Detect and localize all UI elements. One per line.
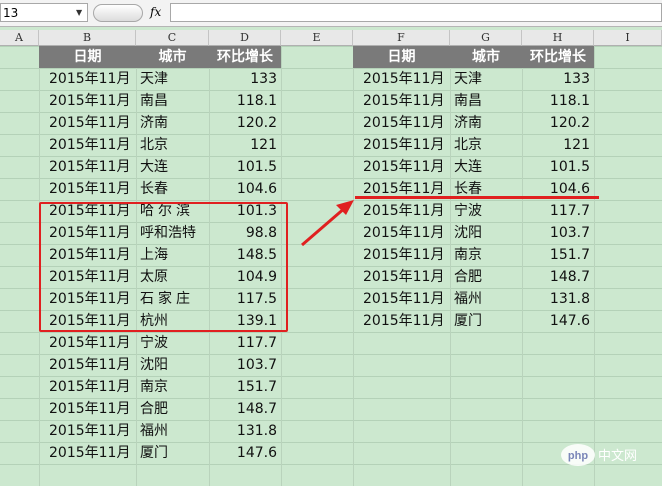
formula-bar: 13 ▼ fx	[0, 0, 662, 27]
column-header-h[interactable]: H	[522, 30, 594, 46]
highlight-box	[39, 202, 288, 332]
header-date[interactable]: 日期	[39, 46, 136, 68]
cell-growth[interactable]: 148.7	[209, 398, 281, 420]
cell-date[interactable]: 2015年11月	[39, 68, 136, 90]
cell-city[interactable]: 北京	[136, 134, 209, 156]
cell-city[interactable]: 北京	[450, 134, 522, 156]
formula-input[interactable]	[170, 3, 662, 22]
name-box-value: 13	[3, 6, 19, 20]
cell-date[interactable]: 2015年11月	[353, 156, 450, 178]
column-header-a[interactable]: A	[0, 30, 39, 46]
cell-city[interactable]: 济南	[136, 112, 209, 134]
column-header-b[interactable]: B	[39, 30, 136, 46]
cell-growth[interactable]: 133	[209, 68, 281, 90]
cell-date[interactable]: 2015年11月	[39, 442, 136, 464]
watermark-logo: php	[568, 450, 588, 462]
php-logo-watermark: php 中文网	[561, 444, 637, 466]
cell-growth[interactable]: 148.7	[522, 266, 594, 288]
cell-growth[interactable]: 117.7	[522, 200, 594, 222]
cell-date[interactable]: 2015年11月	[39, 134, 136, 156]
cell-growth[interactable]: 120.2	[522, 112, 594, 134]
cell-city[interactable]: 福州	[136, 420, 209, 442]
cell-growth[interactable]: 103.7	[522, 222, 594, 244]
cell-date[interactable]: 2015年11月	[353, 222, 450, 244]
header-city[interactable]: 城市	[136, 46, 209, 68]
cell-growth[interactable]: 103.7	[209, 354, 281, 376]
cell-growth[interactable]: 151.7	[209, 376, 281, 398]
cell-city[interactable]: 福州	[450, 288, 522, 310]
cell-date[interactable]: 2015年11月	[39, 376, 136, 398]
cell-date[interactable]: 2015年11月	[353, 244, 450, 266]
cell-date[interactable]: 2015年11月	[353, 90, 450, 112]
cell-city[interactable]: 长春	[136, 178, 209, 200]
cell-growth[interactable]: 147.6	[522, 310, 594, 332]
watermark-text: 中文网	[598, 449, 637, 464]
cell-date[interactable]: 2015年11月	[39, 398, 136, 420]
cell-date[interactable]: 2015年11月	[39, 420, 136, 442]
cell-city[interactable]: 大连	[136, 156, 209, 178]
cell-city[interactable]: 合肥	[450, 266, 522, 288]
cell-date[interactable]: 2015年11月	[353, 112, 450, 134]
cell-growth[interactable]: 133	[522, 68, 594, 90]
column-header-e[interactable]: E	[281, 30, 353, 46]
cell-growth[interactable]: 104.6	[209, 178, 281, 200]
name-box-dropdown-icon[interactable]: ▼	[76, 8, 82, 17]
cell-city[interactable]: 天津	[450, 68, 522, 90]
cell-city[interactable]: 宁波	[136, 332, 209, 354]
formula-controls[interactable]	[93, 4, 143, 22]
cell-city[interactable]: 南京	[136, 376, 209, 398]
cell-date[interactable]: 2015年11月	[39, 112, 136, 134]
cell-city[interactable]: 厦门	[450, 310, 522, 332]
cell-date[interactable]: 2015年11月	[39, 156, 136, 178]
cell-date[interactable]: 2015年11月	[353, 68, 450, 90]
cell-growth[interactable]: 121	[522, 134, 594, 156]
arrow-icon	[301, 200, 354, 247]
cell-date[interactable]: 2015年11月	[39, 354, 136, 376]
name-box[interactable]: 13	[0, 3, 88, 22]
cell-date[interactable]: 2015年11月	[39, 178, 136, 200]
cell-city[interactable]: 大连	[450, 156, 522, 178]
cell-date[interactable]: 2015年11月	[353, 310, 450, 332]
cell-date[interactable]: 2015年11月	[353, 266, 450, 288]
cell-city[interactable]: 沈阳	[136, 354, 209, 376]
cell-growth[interactable]: 118.1	[209, 90, 281, 112]
cell-city[interactable]: 济南	[450, 112, 522, 134]
cell-growth[interactable]: 101.5	[209, 156, 281, 178]
cell-growth[interactable]: 121	[209, 134, 281, 156]
cell-date[interactable]: 2015年11月	[353, 288, 450, 310]
cell-growth[interactable]: 118.1	[522, 90, 594, 112]
column-header-i[interactable]: I	[594, 30, 662, 46]
column-header-g[interactable]: G	[450, 30, 522, 46]
cell-city[interactable]: 天津	[136, 68, 209, 90]
column-header-d[interactable]: D	[209, 30, 281, 46]
gridline	[594, 46, 595, 486]
cell-growth[interactable]: 151.7	[522, 244, 594, 266]
cell-date[interactable]: 2015年11月	[353, 134, 450, 156]
column-header-c[interactable]: C	[136, 30, 209, 46]
cell-growth[interactable]: 101.5	[522, 156, 594, 178]
cell-date[interactable]: 2015年11月	[353, 200, 450, 222]
insertion-line	[355, 196, 599, 199]
cell-city[interactable]: 南京	[450, 244, 522, 266]
header-growth[interactable]: 环比增长	[522, 46, 594, 68]
header-date[interactable]: 日期	[353, 46, 450, 68]
insert-function-icon[interactable]: fx	[150, 5, 161, 19]
cell-city[interactable]: 合肥	[136, 398, 209, 420]
cell-growth[interactable]: 117.7	[209, 332, 281, 354]
cell-city[interactable]: 南昌	[450, 90, 522, 112]
cell-city[interactable]: 南昌	[136, 90, 209, 112]
cell-growth[interactable]: 147.6	[209, 442, 281, 464]
header-growth[interactable]: 环比增长	[209, 46, 281, 68]
cell-city[interactable]: 宁波	[450, 200, 522, 222]
cell-city[interactable]: 沈阳	[450, 222, 522, 244]
column-header-f[interactable]: F	[353, 30, 450, 46]
cell-growth[interactable]: 131.8	[522, 288, 594, 310]
cell-date[interactable]: 2015年11月	[39, 90, 136, 112]
header-city[interactable]: 城市	[450, 46, 522, 68]
cell-growth[interactable]: 120.2	[209, 112, 281, 134]
cell-date[interactable]: 2015年11月	[39, 332, 136, 354]
cell-city[interactable]: 厦门	[136, 442, 209, 464]
cell-growth[interactable]: 131.8	[209, 420, 281, 442]
